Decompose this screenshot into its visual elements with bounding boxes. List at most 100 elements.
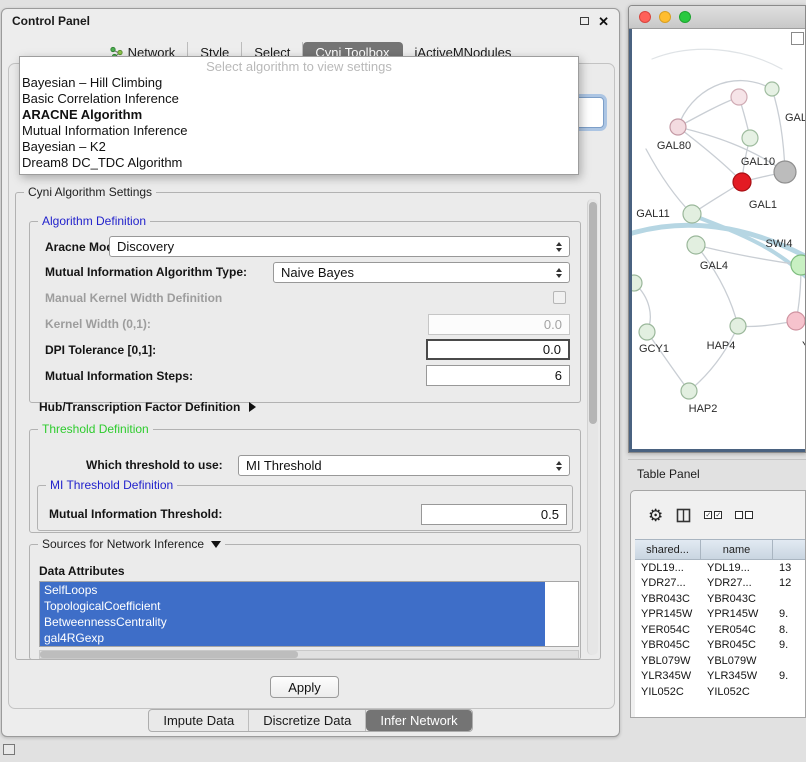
network-edge[interactable] — [646, 149, 692, 214]
network-canvas[interactable]: GAL80GAL10GAL11GAL1SWI4GAL4GCY1HAP4HAP2G… — [629, 29, 805, 452]
table-header-row: shared...name — [635, 539, 805, 560]
algorithm-option-dream8-dc-tdc-algorithm[interactable]: Dream8 DC_TDC Algorithm — [20, 155, 578, 171]
manual-kernel-width-checkbox[interactable] — [553, 291, 566, 304]
kernel-width-field[interactable]: 0.0 — [428, 314, 570, 335]
which-threshold-value: MI Threshold — [246, 458, 322, 473]
column-header[interactable]: shared... — [635, 539, 701, 560]
network-graph[interactable]: GAL80GAL10GAL11GAL1SWI4GAL4GCY1HAP4HAP2G… — [632, 29, 806, 451]
network-node[interactable] — [731, 89, 747, 105]
network-window-titlebar[interactable] — [629, 6, 805, 29]
bottom-tab-discretize-data[interactable]: Discretize Data — [249, 710, 366, 731]
table-row[interactable]: YBL079WYBL079W — [635, 653, 805, 669]
network-edge[interactable] — [652, 49, 782, 69]
settings-scrollbar[interactable] — [587, 199, 598, 655]
aracne-mode-select[interactable]: Discovery — [109, 236, 570, 257]
combo-arrows-icon — [556, 242, 562, 252]
network-node[interactable] — [765, 82, 779, 96]
list-horizontal-scrollbar[interactable] — [39, 650, 579, 659]
table-panel: ⚙ ✓ ✓ shared...name YDL19...YDL19...13YD… — [630, 490, 806, 718]
network-node[interactable] — [791, 255, 806, 275]
algorithm-option-aracne-algorithm[interactable]: ARACNE Algorithm — [20, 107, 578, 123]
data-attributes-list[interactable]: SelfLoopsTopologicalCoefficientBetweenne… — [39, 581, 579, 647]
table-row[interactable]: YPR145WYPR145W9. — [635, 607, 805, 623]
network-node[interactable] — [787, 312, 805, 330]
apply-button[interactable]: Apply — [270, 676, 339, 698]
column-header[interactable] — [773, 539, 805, 560]
network-node[interactable] — [733, 173, 751, 191]
node-label: HAP2 — [689, 403, 718, 415]
node-label: GCY1 — [639, 343, 669, 355]
table-row[interactable]: YLR345WYLR345W9. — [635, 669, 805, 685]
network-node[interactable] — [632, 275, 642, 291]
table-row[interactable]: YDL19...YDL19...13 — [635, 560, 805, 576]
data-attribute-item[interactable]: BetweennessCentrality — [40, 614, 545, 630]
bottom-tabs-row: Impute DataDiscretize DataInfer Network — [2, 709, 619, 732]
mi-threshold-field[interactable]: 0.5 — [421, 504, 567, 525]
data-attribute-item[interactable]: SelfLoops — [40, 582, 545, 598]
uncheck-all-rows-icon[interactable] — [735, 511, 753, 519]
control-panel-titlebar[interactable]: Control Panel ✕ — [2, 9, 619, 33]
network-node[interactable] — [683, 205, 701, 223]
scrollbar-thumb[interactable] — [589, 202, 597, 424]
node-label: GAL11 — [636, 208, 669, 220]
mi-steps-field[interactable]: 6 — [426, 365, 570, 386]
dpi-tolerance-field[interactable]: 0.0 — [426, 339, 570, 360]
unchecked-box-glyph — [735, 511, 743, 519]
algorithm-option-basic-correlation-inference[interactable]: Basic Correlation Inference — [20, 91, 578, 107]
sources-group-toggle[interactable]: Sources for Network Inference — [38, 537, 225, 552]
minimize-window-icon[interactable] — [659, 11, 671, 23]
mi-threshold-group-title: MI Threshold Definition — [46, 478, 177, 493]
zoom-window-icon[interactable] — [679, 11, 691, 23]
algorithm-option-mutual-information-inference[interactable]: Mutual Information Inference — [20, 123, 578, 139]
table-row[interactable]: YIL052CYIL052C — [635, 684, 805, 700]
scrollbar-thumb[interactable] — [40, 651, 298, 658]
network-node[interactable] — [687, 236, 705, 254]
mi-algorithm-type-select[interactable]: Naive Bayes — [273, 262, 570, 283]
float-window-icon[interactable] — [580, 17, 589, 25]
canvas-corner-widget[interactable] — [791, 32, 804, 45]
mi-steps-label: Mutual Information Steps: — [45, 369, 193, 383]
table-row[interactable]: YBR045CYBR045C9. — [635, 638, 805, 654]
data-attribute-item[interactable]: TopologicalCoefficient — [40, 598, 545, 614]
algorithm-option-bayesian-k2[interactable]: Bayesian – K2 — [20, 139, 578, 155]
dropdown-options: Bayesian – Hill ClimbingBasic Correlatio… — [20, 75, 578, 171]
mi-algorithm-type-label: Mutual Information Algorithm Type: — [45, 265, 247, 279]
network-edge[interactable] — [696, 245, 738, 326]
algorithm-option-bayesian-hill-climbing[interactable]: Bayesian – Hill Climbing — [20, 75, 578, 91]
network-edge[interactable] — [678, 97, 739, 127]
bottom-tab-infer-network[interactable]: Infer Network — [366, 710, 471, 731]
network-node[interactable] — [681, 383, 697, 399]
hub-definition-toggle[interactable]: Hub/Transcription Factor Definition — [39, 400, 256, 414]
settings-gear-icon[interactable]: ⚙ — [648, 507, 663, 524]
node-label: HAP4 — [707, 340, 736, 352]
data-attribute-item[interactable]: gal4RGexp — [40, 630, 545, 646]
table-cell: 9. — [773, 608, 805, 620]
expand-arrow-icon — [249, 402, 256, 412]
table-cell: 9. — [773, 639, 805, 651]
network-node[interactable] — [730, 318, 746, 334]
close-panel-icon[interactable]: ✕ — [598, 15, 609, 28]
unchecked-box-glyph — [745, 511, 753, 519]
panel-corner-icon[interactable] — [3, 744, 15, 755]
check-all-rows-icon[interactable]: ✓ ✓ — [704, 511, 722, 519]
which-threshold-select[interactable]: MI Threshold — [238, 455, 570, 476]
table-row[interactable]: YBR043CYBR043C — [635, 591, 805, 607]
bottom-tab-impute-data[interactable]: Impute Data — [149, 710, 249, 731]
column-header[interactable]: name — [701, 539, 773, 560]
table-cell: YER054C — [635, 624, 701, 636]
hidden-spinner-field[interactable] — [575, 97, 604, 128]
network-edge[interactable] — [647, 332, 689, 391]
node-label: GAL — [785, 112, 806, 124]
network-node[interactable] — [639, 324, 655, 340]
column-selector-icon[interactable] — [676, 508, 691, 523]
network-edge[interactable] — [689, 326, 738, 391]
data-attributes-label: Data Attributes — [39, 564, 125, 578]
network-node[interactable] — [774, 161, 796, 183]
network-node[interactable] — [742, 130, 758, 146]
table-cell: YBR043C — [635, 593, 701, 605]
network-node[interactable] — [670, 119, 686, 135]
close-window-icon[interactable] — [639, 11, 651, 23]
table-row[interactable]: YER054CYER054C8. — [635, 622, 805, 638]
table-row[interactable]: YDR27...YDR27...12 — [635, 576, 805, 592]
desktop: Control Panel ✕ NetworkStyleSelectCyni T… — [0, 0, 806, 762]
